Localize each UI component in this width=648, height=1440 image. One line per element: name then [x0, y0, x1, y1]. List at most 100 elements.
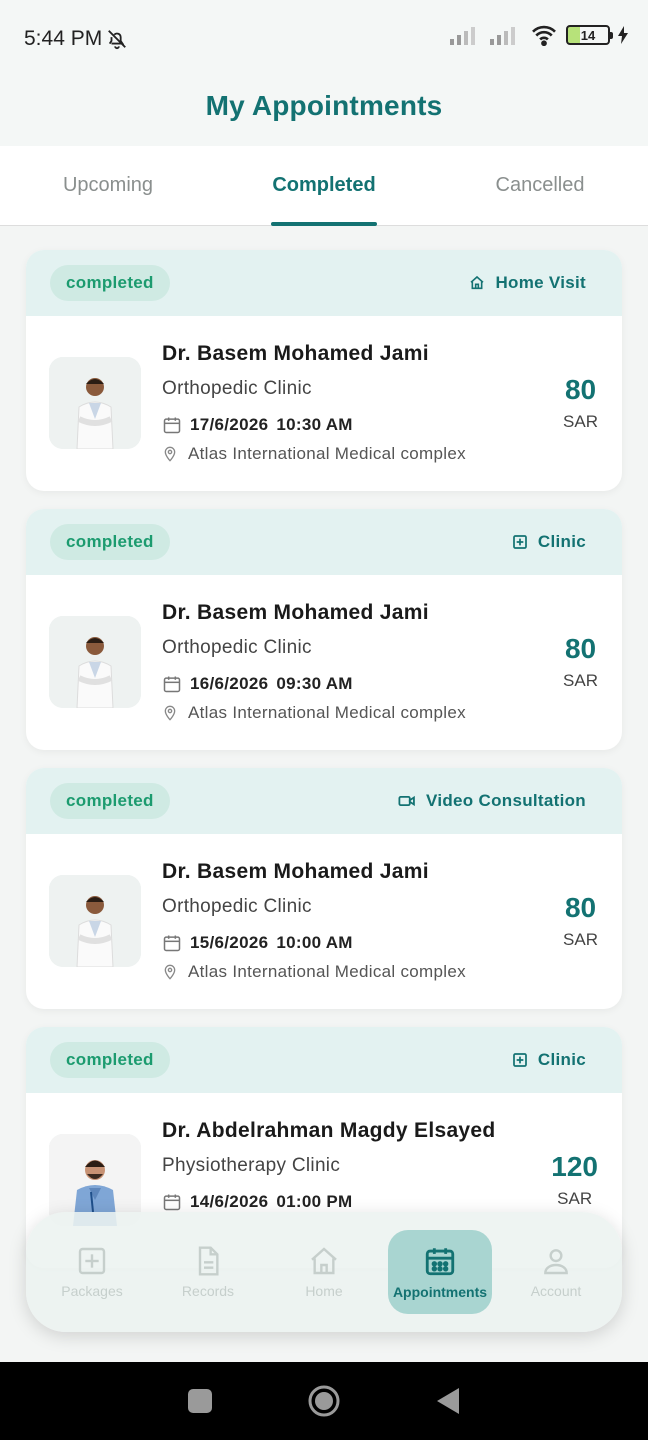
battery-level: 14	[580, 27, 596, 43]
visit-type-label: Clinic	[537, 532, 586, 551]
card-header: completed Video Consultation	[26, 768, 622, 834]
price: 80 SAR	[563, 892, 598, 950]
status-bar: 5:44 PM 14	[0, 0, 648, 78]
bottom-navigation: Packages Records Home Appointments Accou…	[26, 1212, 622, 1332]
nav-account[interactable]: Account	[504, 1230, 608, 1314]
system-nav-bar	[0, 1362, 648, 1440]
visit-type-label: Clinic	[537, 1050, 586, 1069]
doctor-name: Dr. Abdelrahman Magdy Elsayed	[162, 1119, 496, 1142]
price-currency: SAR	[563, 930, 598, 949]
doctor-name: Dr. Basem Mohamed Jami	[162, 342, 429, 365]
status-badge: completed	[50, 265, 170, 301]
user-icon	[544, 1249, 568, 1275]
nav-packages[interactable]: Packages	[40, 1230, 144, 1314]
card-header: completed Clinic	[26, 1027, 622, 1093]
appointment-location: Atlas International Medical complex	[162, 703, 466, 723]
calendar-icon	[163, 1194, 181, 1211]
nav-records[interactable]: Records	[156, 1230, 260, 1314]
location-text: Atlas International Medical complex	[188, 962, 466, 981]
appointment-time: 10:30 AM	[276, 415, 353, 434]
signal-icon	[450, 27, 475, 45]
location-pin-icon	[164, 705, 176, 721]
appointment-time: 09:30 AM	[276, 674, 353, 693]
appointment-list: completed Home Visit Dr. Basem Mohamed J…	[26, 250, 622, 1286]
appointment-datetime: 17/6/2026 10:30 AM	[162, 415, 353, 435]
appointment-card[interactable]: completed Home Visit Dr. Basem Mohamed J…	[26, 250, 622, 491]
status-badge: completed	[50, 783, 170, 819]
nav-label: Account	[530, 1283, 582, 1299]
appointment-date: 14/6/2026	[190, 1192, 269, 1211]
visit-type-label: Home Visit	[495, 273, 586, 292]
home-button-icon[interactable]	[307, 1384, 341, 1418]
nav-appointments[interactable]: Appointments	[388, 1230, 492, 1314]
status-badge: completed	[50, 1042, 170, 1078]
recents-icon[interactable]	[187, 1388, 213, 1414]
appointment-card[interactable]: completed Clinic Dr. Basem Mohamed Jami …	[26, 509, 622, 750]
clinic-name: Orthopedic Clinic	[162, 896, 312, 917]
doctor-avatar	[49, 616, 141, 708]
appointment-location: Atlas International Medical complex	[162, 962, 466, 982]
card-header: completed Home Visit	[26, 250, 622, 316]
plus-square-icon	[78, 1247, 106, 1275]
video-icon	[398, 795, 415, 807]
calendar-icon	[163, 935, 181, 952]
appointment-card[interactable]: completed Video Consultation Dr. Basem M…	[26, 768, 622, 1009]
location-pin-icon	[164, 964, 176, 980]
price-currency: SAR	[557, 1189, 593, 1208]
nav-label: Records	[181, 1283, 235, 1299]
appointment-date: 16/6/2026	[190, 674, 269, 693]
appointment-date: 15/6/2026	[190, 933, 269, 952]
nav-label: Home	[305, 1283, 343, 1299]
doctor-name: Dr. Basem Mohamed Jami	[162, 601, 429, 624]
clinic-name: Physiotherapy Clinic	[162, 1155, 341, 1176]
visit-type: Clinic	[512, 532, 586, 552]
status-icons: 14	[450, 24, 628, 46]
nav-label: Appointments	[392, 1284, 488, 1300]
back-icon[interactable]	[435, 1386, 461, 1416]
doctor-avatar	[49, 875, 141, 967]
bell-off-icon	[108, 30, 127, 50]
card-body: Dr. Basem Mohamed Jami Orthopedic Clinic…	[26, 834, 622, 1009]
plus-square-icon	[513, 535, 527, 549]
calendar-icon	[425, 1248, 455, 1276]
home-icon	[470, 275, 484, 290]
document-icon	[198, 1246, 219, 1276]
signal-icon	[490, 27, 515, 45]
card-body: Dr. Basem Mohamed Jami Orthopedic Clinic…	[26, 316, 622, 491]
page-header: My Appointments	[0, 78, 648, 146]
price-amount: 80	[564, 892, 597, 923]
card-header: completed Clinic	[26, 509, 622, 575]
tab-upcoming[interactable]: Upcoming	[0, 146, 216, 225]
location-text: Atlas International Medical complex	[188, 444, 466, 463]
price: 120 SAR	[551, 1151, 598, 1209]
clinic-name: Orthopedic Clinic	[162, 637, 312, 658]
clock-text: 5:44 PM	[24, 27, 103, 50]
price: 80 SAR	[563, 633, 598, 691]
doctor-name: Dr. Basem Mohamed Jami	[162, 860, 429, 883]
location-pin-icon	[164, 446, 176, 462]
visit-type: Video Consultation	[398, 791, 586, 811]
card-body: Dr. Basem Mohamed Jami Orthopedic Clinic…	[26, 575, 622, 750]
home-icon	[311, 1247, 337, 1275]
battery-icon: 14	[566, 25, 613, 45]
appointment-time: 10:00 AM	[276, 933, 353, 952]
appointment-date: 17/6/2026	[190, 415, 269, 434]
plus-square-icon	[513, 1053, 527, 1067]
nav-label: Packages	[61, 1283, 123, 1299]
visit-type: Home Visit	[469, 273, 586, 293]
status-badge: completed	[50, 524, 170, 560]
location-text: Atlas International Medical complex	[188, 703, 466, 722]
tab-cancelled[interactable]: Cancelled	[432, 146, 648, 225]
nav-home[interactable]: Home	[272, 1230, 376, 1314]
page-title: My Appointments	[205, 90, 443, 121]
tab-completed[interactable]: Completed	[216, 146, 432, 225]
visit-type: Clinic	[512, 1050, 586, 1070]
price-amount: 80	[564, 374, 597, 405]
wifi-icon	[532, 25, 556, 46]
appointment-datetime: 15/6/2026 10:00 AM	[162, 933, 353, 953]
charging-icon	[618, 26, 628, 44]
doctor-avatar	[49, 357, 141, 449]
appointment-time: 01:00 PM	[276, 1192, 353, 1211]
clinic-name: Orthopedic Clinic	[162, 378, 312, 399]
price-amount: 120	[551, 1151, 598, 1182]
